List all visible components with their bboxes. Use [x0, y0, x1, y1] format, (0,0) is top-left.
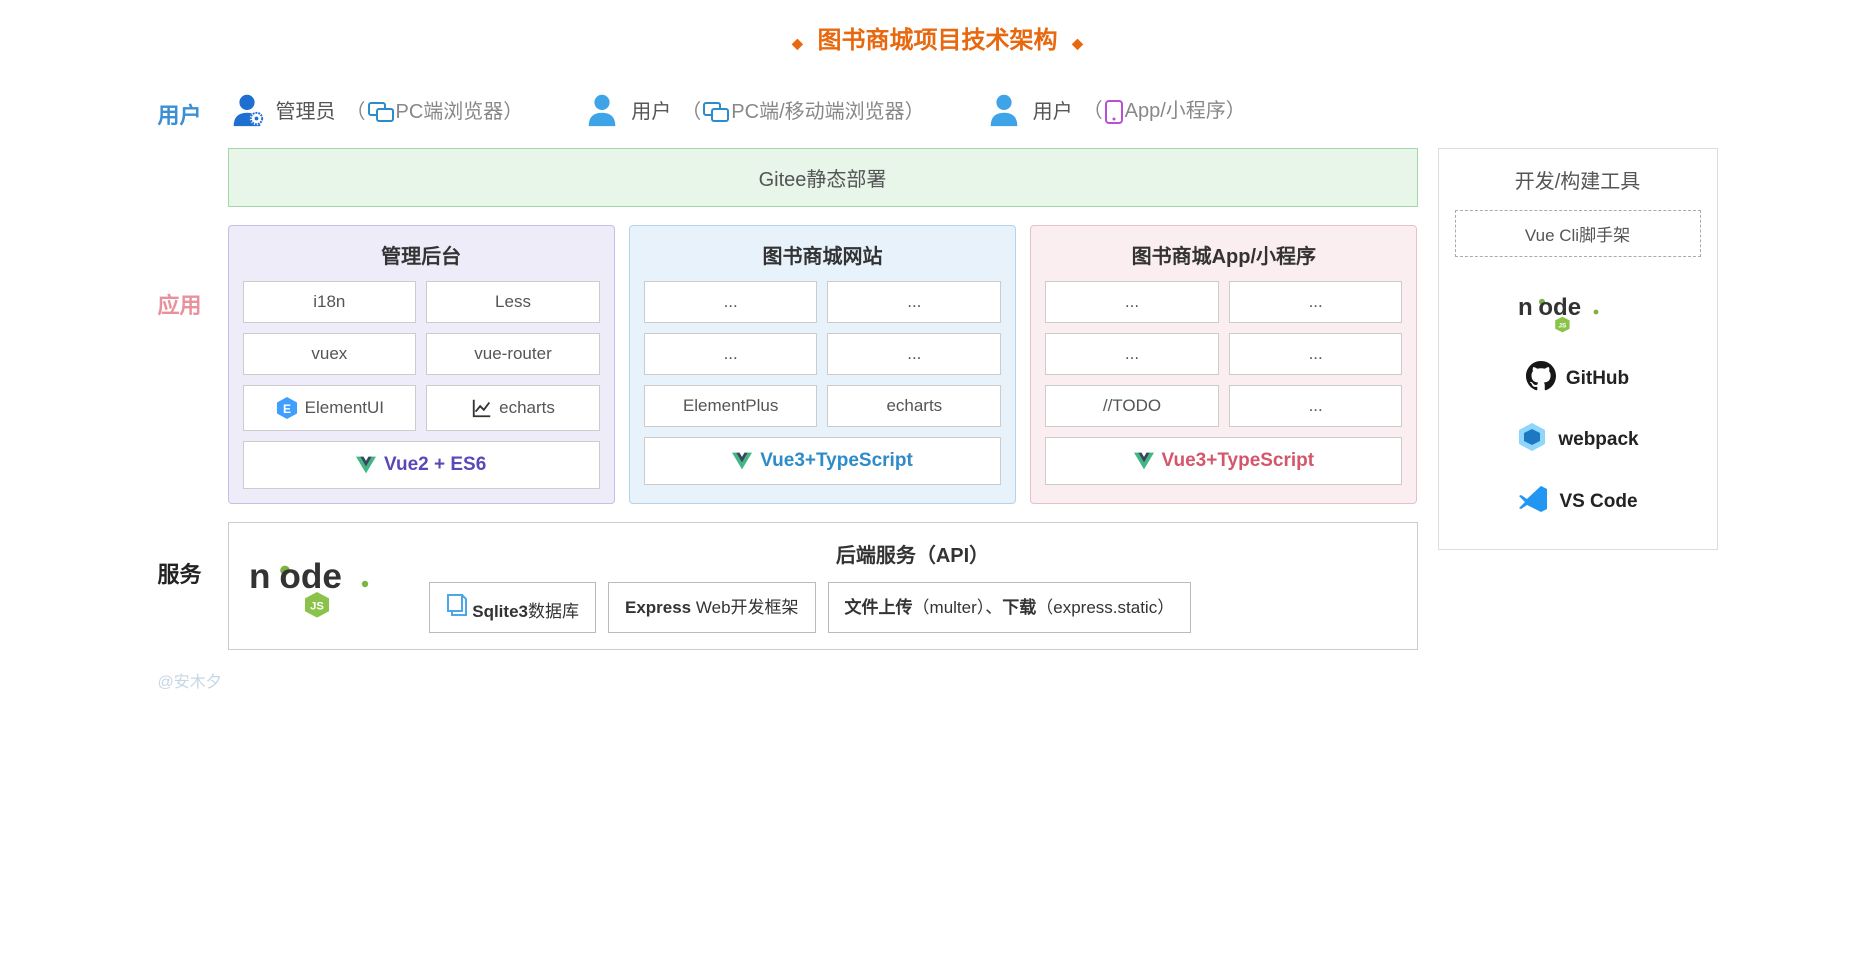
svg-text:ode: ode — [1538, 294, 1581, 321]
tech-cell: ... — [1229, 333, 1403, 375]
tech-cell: echarts — [827, 385, 1001, 427]
service-cell: Express Web开发框架 — [608, 582, 816, 633]
row-label-apps: 应用 — [158, 148, 228, 320]
svg-text:JS: JS — [1558, 323, 1567, 330]
panel-title: 图书商城App/小程序 — [1045, 240, 1402, 269]
github-icon — [1526, 361, 1556, 397]
framework-bar: Vue3+TypeScript — [1045, 437, 1402, 485]
svg-text:n: n — [1518, 294, 1533, 321]
diamond-icon: ◆ — [1072, 35, 1083, 51]
tech-cell: ... — [1229, 385, 1403, 427]
tech-cell: ... — [644, 281, 818, 323]
gitee-deploy-bar: Gitee静态部署 — [228, 148, 1418, 207]
tech-cell: ... — [1229, 281, 1403, 323]
tech-cell: ElementPlus — [644, 385, 818, 427]
tool-item: node JS — [1455, 275, 1701, 349]
tool-item: VS Code — [1455, 471, 1701, 533]
diamond-icon: ◆ — [792, 35, 803, 51]
panel-title: 图书商城网站 — [644, 240, 1001, 269]
tool-item: GitHub — [1455, 349, 1701, 409]
user-icon — [985, 90, 1023, 128]
panel-title: 管理后台 — [243, 240, 600, 269]
browser-icon — [703, 102, 729, 122]
user-device: （PC端浏览器） — [346, 95, 524, 124]
user-icon — [228, 90, 266, 128]
user-device: （App/小程序） — [1083, 94, 1246, 124]
tech-cell: vuex — [243, 333, 417, 375]
app-panel: 管理后台 i18nLessvuexvue-routerEElementUIecha… — [228, 225, 615, 504]
diagram-title: ◆ 图书商城项目技术架构 ◆ — [158, 20, 1718, 55]
tech-cell: echarts — [426, 385, 600, 431]
tools-panel: 开发/构建工具 Vue Cli脚手架 node JS GitHub webpack VS… — [1438, 148, 1718, 550]
title-text: 图书商城项目技术架构 — [818, 27, 1058, 54]
tool-item: webpack — [1455, 409, 1701, 471]
framework-bar: Vue3+TypeScript — [644, 437, 1001, 485]
nodejs-logo: node JS — [249, 548, 409, 625]
tool-vue-cli: Vue Cli脚手架 — [1455, 210, 1701, 257]
svg-text:E: E — [283, 402, 291, 416]
tool-label: VS Code — [1559, 491, 1637, 513]
user-item: 管理员 （PC端浏览器） — [228, 90, 524, 128]
svg-text:JS: JS — [310, 600, 324, 612]
svg-text:ode: ode — [279, 557, 342, 596]
user-item: 用户 （App/小程序） — [985, 90, 1246, 128]
tech-cell: ... — [827, 333, 1001, 375]
user-role: 用户 — [631, 95, 671, 124]
tech-cell: ... — [1045, 333, 1219, 375]
tech-cell: ... — [1045, 281, 1219, 323]
users-row: 管理员 （PC端浏览器） 用户 （PC端/移动端浏览器） 用户 （App/小程序） — [228, 90, 1718, 128]
service-cell: Sqlite3数据库 — [429, 582, 596, 633]
service-cell: 文件上传（multer）、下载（express.static） — [828, 582, 1192, 633]
row-label-users: 用户 — [158, 90, 228, 130]
user-device: （PC端/移动端浏览器） — [681, 95, 924, 124]
tools-title: 开发/构建工具 — [1455, 165, 1701, 194]
app-panels: 管理后台i18nLessvuexvue-routerEElementUIecha… — [228, 225, 1418, 504]
service-cells: Sqlite3数据库Express Web开发框架文件上传（multer）、下载… — [429, 582, 1397, 633]
tech-cell: i18n — [243, 281, 417, 323]
phone-icon — [1105, 100, 1123, 124]
row-label-service: 服务 — [158, 522, 228, 589]
browser-icon — [368, 102, 394, 122]
app-panel: 图书商城App/小程序............//TODO...Vue3+Typ… — [1030, 225, 1417, 504]
tool-label: webpack — [1558, 429, 1638, 451]
watermark: @安木夕 — [158, 668, 1418, 692]
webpack-icon — [1516, 421, 1548, 459]
user-role: 管理员 — [276, 95, 336, 124]
framework-bar: Vue2 + ES6 — [243, 441, 600, 489]
tech-cell: ... — [827, 281, 1001, 323]
app-panel: 图书商城网站............ElementPlusechartsVue3… — [629, 225, 1016, 504]
service-panel: node JS 后端服务（API） Sqlite3数据库Express Web开发… — [228, 522, 1418, 650]
tech-cell: EElementUI — [243, 385, 417, 431]
user-icon — [583, 90, 621, 128]
service-title: 后端服务（API） — [429, 539, 1397, 568]
user-item: 用户 （PC端/移动端浏览器） — [583, 90, 924, 128]
tool-label: GitHub — [1566, 368, 1629, 390]
user-role: 用户 — [1033, 95, 1073, 124]
tech-cell: ... — [644, 333, 818, 375]
svg-text:n: n — [249, 557, 271, 596]
vs-code-icon — [1517, 483, 1549, 521]
tech-cell: Less — [426, 281, 600, 323]
tech-cell: vue-router — [426, 333, 600, 375]
tech-cell: //TODO — [1045, 385, 1219, 427]
